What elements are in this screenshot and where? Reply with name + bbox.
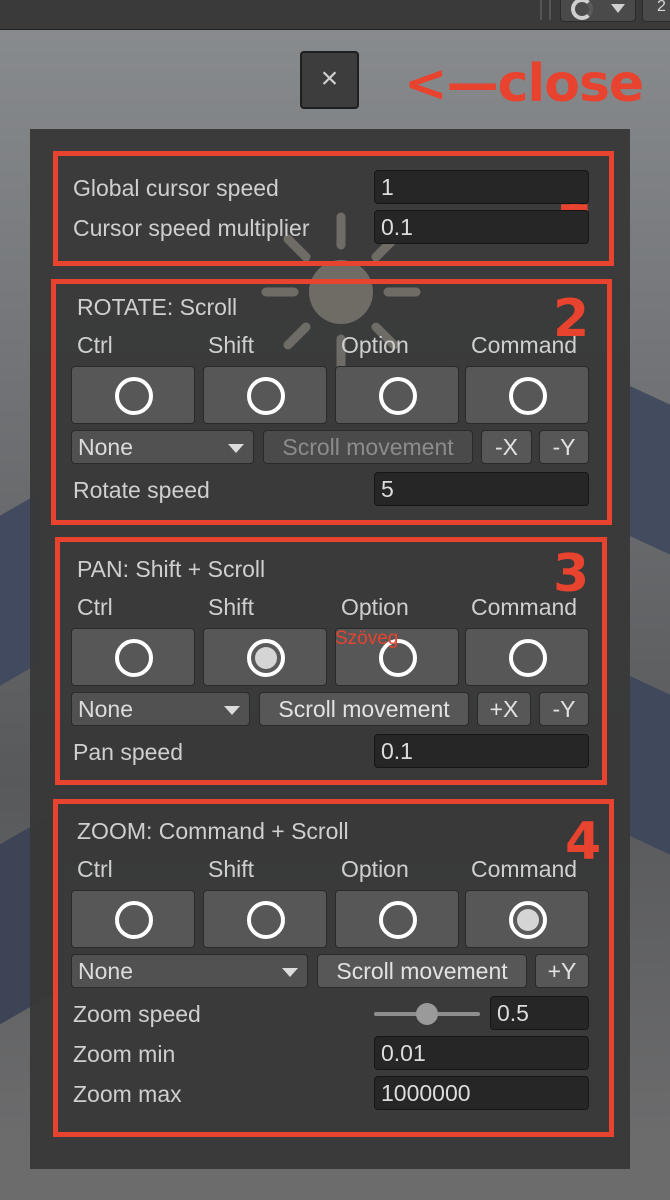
zoom-option-toggle[interactable]	[335, 890, 459, 948]
pan-ctrl-label: Ctrl	[77, 594, 113, 620]
pan-axis-x-button[interactable]: +X	[477, 692, 531, 726]
toolbar-button-2d[interactable]: 2	[642, 0, 670, 22]
zoom-scroll-movement-button[interactable]: Scroll movement	[317, 954, 527, 988]
rotate-mouse-button-dropdown[interactable]: None	[71, 430, 254, 464]
top-toolbar: 2	[0, 0, 670, 30]
zoom-command-toggle[interactable]	[465, 890, 589, 948]
zoom-speed-slider-handle[interactable]	[416, 1003, 438, 1025]
zoom-section-title: ZOOM: Command + Scroll	[77, 818, 349, 844]
radio-dot-icon	[517, 909, 539, 931]
cursor-speed-multiplier-label: Cursor speed multiplier	[73, 215, 310, 241]
rotate-axis-y-button[interactable]: -Y	[539, 430, 589, 464]
dropdown-value: None	[78, 958, 133, 984]
pan-command-label: Command	[471, 594, 578, 620]
scene-shape	[630, 386, 670, 564]
chevron-down-icon	[611, 4, 625, 13]
pan-ctrl-toggle[interactable]	[71, 628, 195, 686]
chevron-down-icon	[228, 444, 244, 453]
scene-tool-dropdown[interactable]	[560, 0, 636, 22]
rotate-ctrl-toggle[interactable]	[71, 366, 195, 424]
rotate-option-label: Option	[341, 332, 409, 358]
zoom-ctrl-toggle[interactable]	[71, 890, 195, 948]
zoom-shift-label: Shift	[208, 856, 255, 882]
rotate-shift-toggle[interactable]	[203, 366, 327, 424]
rotate-section-title: ROTATE: Scroll	[77, 294, 238, 320]
radio-dot-icon	[255, 647, 277, 669]
pan-scroll-movement-button[interactable]: Scroll movement	[259, 692, 469, 726]
zoom-option-label: Option	[341, 856, 409, 882]
zoom-axis-y-button[interactable]: +Y	[535, 954, 589, 988]
rotate-axis-x-button[interactable]: -X	[481, 430, 532, 464]
zoom-shift-toggle[interactable]	[203, 890, 327, 948]
pan-speed-field[interactable]: 0.1	[374, 734, 589, 768]
pan-mouse-button-dropdown[interactable]: None	[71, 692, 250, 726]
zoom-min-label: Zoom min	[73, 1041, 176, 1067]
rotate-option-toggle[interactable]	[335, 366, 459, 424]
radio-circle-icon	[115, 377, 153, 415]
toolbar-separator	[540, 0, 542, 20]
radio-circle-icon	[379, 901, 417, 939]
pan-option-label: Option	[341, 594, 409, 620]
radio-circle-icon	[509, 639, 547, 677]
rotate-command-toggle[interactable]	[465, 366, 589, 424]
zoom-command-label: Command	[471, 856, 578, 882]
zoom-speed-field[interactable]: 0.5	[490, 996, 589, 1030]
radio-circle-icon	[247, 377, 285, 415]
chevron-down-icon	[282, 968, 298, 977]
rotate-speed-label: Rotate speed	[73, 477, 210, 503]
radio-circle-icon	[115, 639, 153, 677]
close-annotation: <—close	[404, 54, 644, 114]
zoom-mouse-button-dropdown[interactable]: None	[71, 954, 308, 988]
global-cursor-speed-field[interactable]: 1	[374, 170, 589, 204]
radio-circle-icon	[247, 901, 285, 939]
pan-section-title: PAN: Shift + Scroll	[77, 556, 266, 582]
radio-circle-icon	[115, 901, 153, 939]
pan-overlay-text: Szöveg	[335, 628, 399, 649]
cursor-speed-multiplier-field[interactable]: 0.1	[374, 210, 589, 244]
rotate-speed-field[interactable]: 5	[374, 472, 589, 506]
zoom-speed-label: Zoom speed	[73, 1001, 201, 1027]
dropdown-value: None	[78, 696, 133, 722]
toolbar-separator	[549, 0, 551, 20]
zoom-max-field[interactable]: 1000000	[374, 1076, 589, 1110]
scene-shape	[630, 676, 670, 864]
radio-circle-icon	[379, 377, 417, 415]
orbit-icon	[571, 0, 593, 20]
pan-shift-label: Shift	[208, 594, 255, 620]
rotate-ctrl-label: Ctrl	[77, 332, 113, 358]
chevron-down-icon	[224, 706, 240, 715]
zoom-ctrl-label: Ctrl	[77, 856, 113, 882]
pan-speed-label: Pan speed	[73, 739, 183, 765]
pan-command-toggle[interactable]	[465, 628, 589, 686]
global-cursor-speed-label: Global cursor speed	[73, 175, 279, 201]
zoom-max-label: Zoom max	[73, 1081, 182, 1107]
rotate-scroll-movement-button[interactable]: Scroll movement	[263, 430, 473, 464]
close-button[interactable]: ×	[300, 51, 359, 109]
rotate-command-label: Command	[471, 332, 578, 358]
pan-axis-y-button[interactable]: -Y	[539, 692, 589, 726]
zoom-min-field[interactable]: 0.01	[374, 1036, 589, 1070]
radio-circle-icon	[509, 377, 547, 415]
pan-shift-toggle[interactable]	[203, 628, 327, 686]
dropdown-value: None	[78, 434, 133, 460]
rotate-shift-label: Shift	[208, 332, 255, 358]
